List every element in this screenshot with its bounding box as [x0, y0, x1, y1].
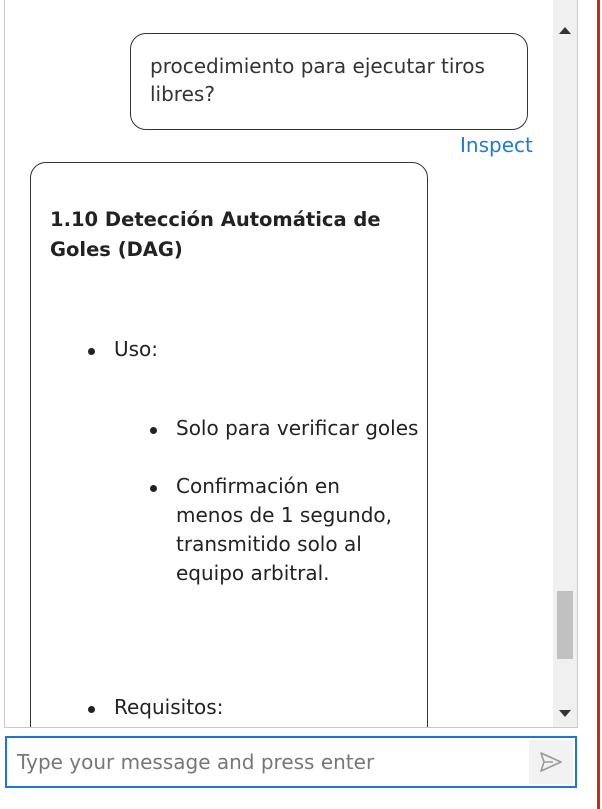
- list-item-confirmation: Confirmación en menos de 1 segundo, tran…: [176, 474, 392, 585]
- chat-transcript: procedimiento para ejecutar tiros libres…: [4, 0, 578, 728]
- scroll-up-arrow-icon[interactable]: [559, 27, 571, 34]
- bullet-dot: [88, 706, 95, 713]
- bot-message-bubble: 1.10 Detección Automática de Goles (DAG)…: [30, 162, 428, 727]
- bot-response-title: 1.10 Detección Automática de Goles (DAG): [50, 208, 381, 261]
- scroll-thumb[interactable]: [557, 591, 573, 659]
- section-label-requisitos: Requisitos:: [114, 695, 224, 719]
- send-icon: [540, 752, 562, 772]
- section-label-uso: Uso:: [114, 337, 159, 361]
- window-edge-line: [597, 0, 600, 809]
- inspect-link[interactable]: Inspect: [460, 133, 533, 157]
- list-item-verify-goals: Solo para verificar goles: [176, 416, 419, 440]
- user-message-bubble: procedimiento para ejecutar tiros libres…: [130, 33, 528, 130]
- user-message-text: procedimiento para ejecutar tiros libres…: [150, 54, 485, 106]
- message-input-box: [5, 736, 577, 788]
- bullet-dot: [150, 427, 157, 434]
- vertical-scrollbar[interactable]: [553, 0, 577, 727]
- bullet-dot: [88, 348, 95, 355]
- scroll-down-arrow-icon[interactable]: [559, 710, 571, 717]
- message-list: procedimiento para ejecutar tiros libres…: [5, 0, 553, 727]
- message-input[interactable]: [17, 746, 517, 778]
- bullet-dot: [150, 485, 157, 492]
- send-button[interactable]: [529, 740, 573, 784]
